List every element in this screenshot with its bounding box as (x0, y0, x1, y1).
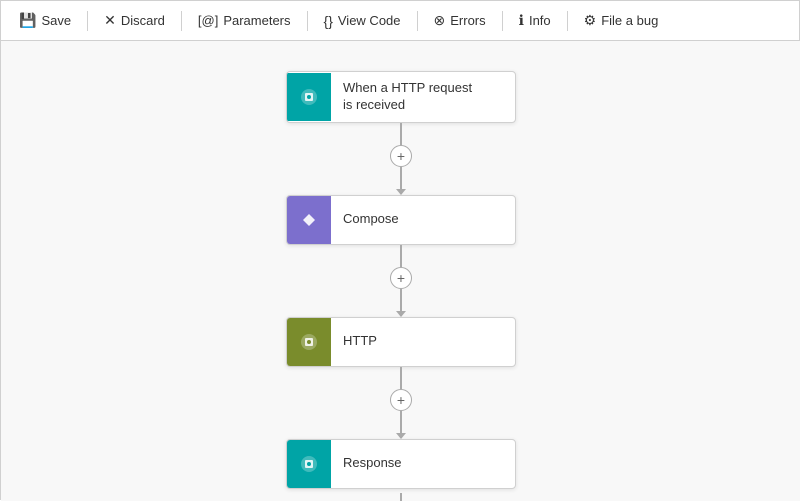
flow-canvas: When a HTTP request is received + Compos… (1, 41, 800, 501)
node-response-label: Response (331, 447, 414, 480)
toolbar-separator-4 (417, 11, 418, 31)
save-label: Save (41, 13, 71, 28)
save-icon: 💾 (19, 12, 36, 29)
toolbar-separator-2 (181, 11, 182, 31)
parameters-icon: [@] (198, 13, 218, 28)
errors-icon: ⊗ (434, 12, 446, 29)
node-http-trigger[interactable]: When a HTTP request is received (286, 71, 516, 123)
view-code-button[interactable]: {} View Code (316, 9, 409, 33)
connector-line-3b (400, 411, 402, 433)
info-label: Info (529, 13, 551, 28)
parameters-button[interactable]: [@] Parameters (190, 9, 299, 32)
node-compose[interactable]: Compose (286, 195, 516, 245)
toolbar-separator-5 (502, 11, 503, 31)
node-response-icon (287, 440, 331, 488)
discard-button[interactable]: ✕ Discard (96, 8, 173, 33)
node-http[interactable]: HTTP (286, 317, 516, 367)
info-button[interactable]: ℹ Info (511, 8, 559, 33)
node-compose-icon (287, 196, 331, 244)
discard-label: Discard (121, 13, 165, 28)
connector-arrow-3 (396, 433, 406, 439)
save-button[interactable]: 💾 Save (11, 8, 79, 33)
connector-line-1b (400, 167, 402, 189)
connector-line-2 (400, 245, 402, 267)
flow-container: When a HTTP request is received + Compos… (286, 71, 516, 501)
file-bug-button[interactable]: ⚙ File a bug (576, 8, 667, 33)
toolbar: 💾 Save ✕ Discard [@] Parameters {} View … (1, 1, 799, 41)
add-step-button-2[interactable]: + (390, 267, 412, 289)
discard-icon: ✕ (104, 12, 116, 29)
node-http-trigger-icon (287, 73, 331, 121)
connector-2: + (390, 245, 412, 317)
connector-1: + (390, 123, 412, 195)
node-http-icon (287, 318, 331, 366)
node-http-trigger-label: When a HTTP request is received (331, 72, 484, 122)
file-bug-label: File a bug (601, 13, 658, 28)
node-compose-label: Compose (331, 203, 411, 236)
connector-line-2b (400, 289, 402, 311)
errors-button[interactable]: ⊗ Errors (426, 8, 494, 33)
connector-line-3 (400, 367, 402, 389)
connector-3: + (390, 367, 412, 439)
toolbar-separator-3 (307, 11, 308, 31)
bug-icon: ⚙ (584, 12, 597, 29)
errors-label: Errors (450, 13, 485, 28)
node-http-label: HTTP (331, 325, 389, 358)
info-icon: ℹ (519, 12, 524, 29)
connector-arrow-2 (396, 311, 406, 317)
add-step-button-1[interactable]: + (390, 145, 412, 167)
connector-arrow-1 (396, 189, 406, 195)
toolbar-separator-1 (87, 11, 88, 31)
view-code-label: View Code (338, 13, 401, 28)
add-step-button-3[interactable]: + (390, 389, 412, 411)
view-code-icon: {} (324, 13, 333, 29)
parameters-label: Parameters (223, 13, 290, 28)
node-response[interactable]: Response (286, 439, 516, 489)
connector-line-1 (400, 123, 402, 145)
toolbar-separator-6 (567, 11, 568, 31)
